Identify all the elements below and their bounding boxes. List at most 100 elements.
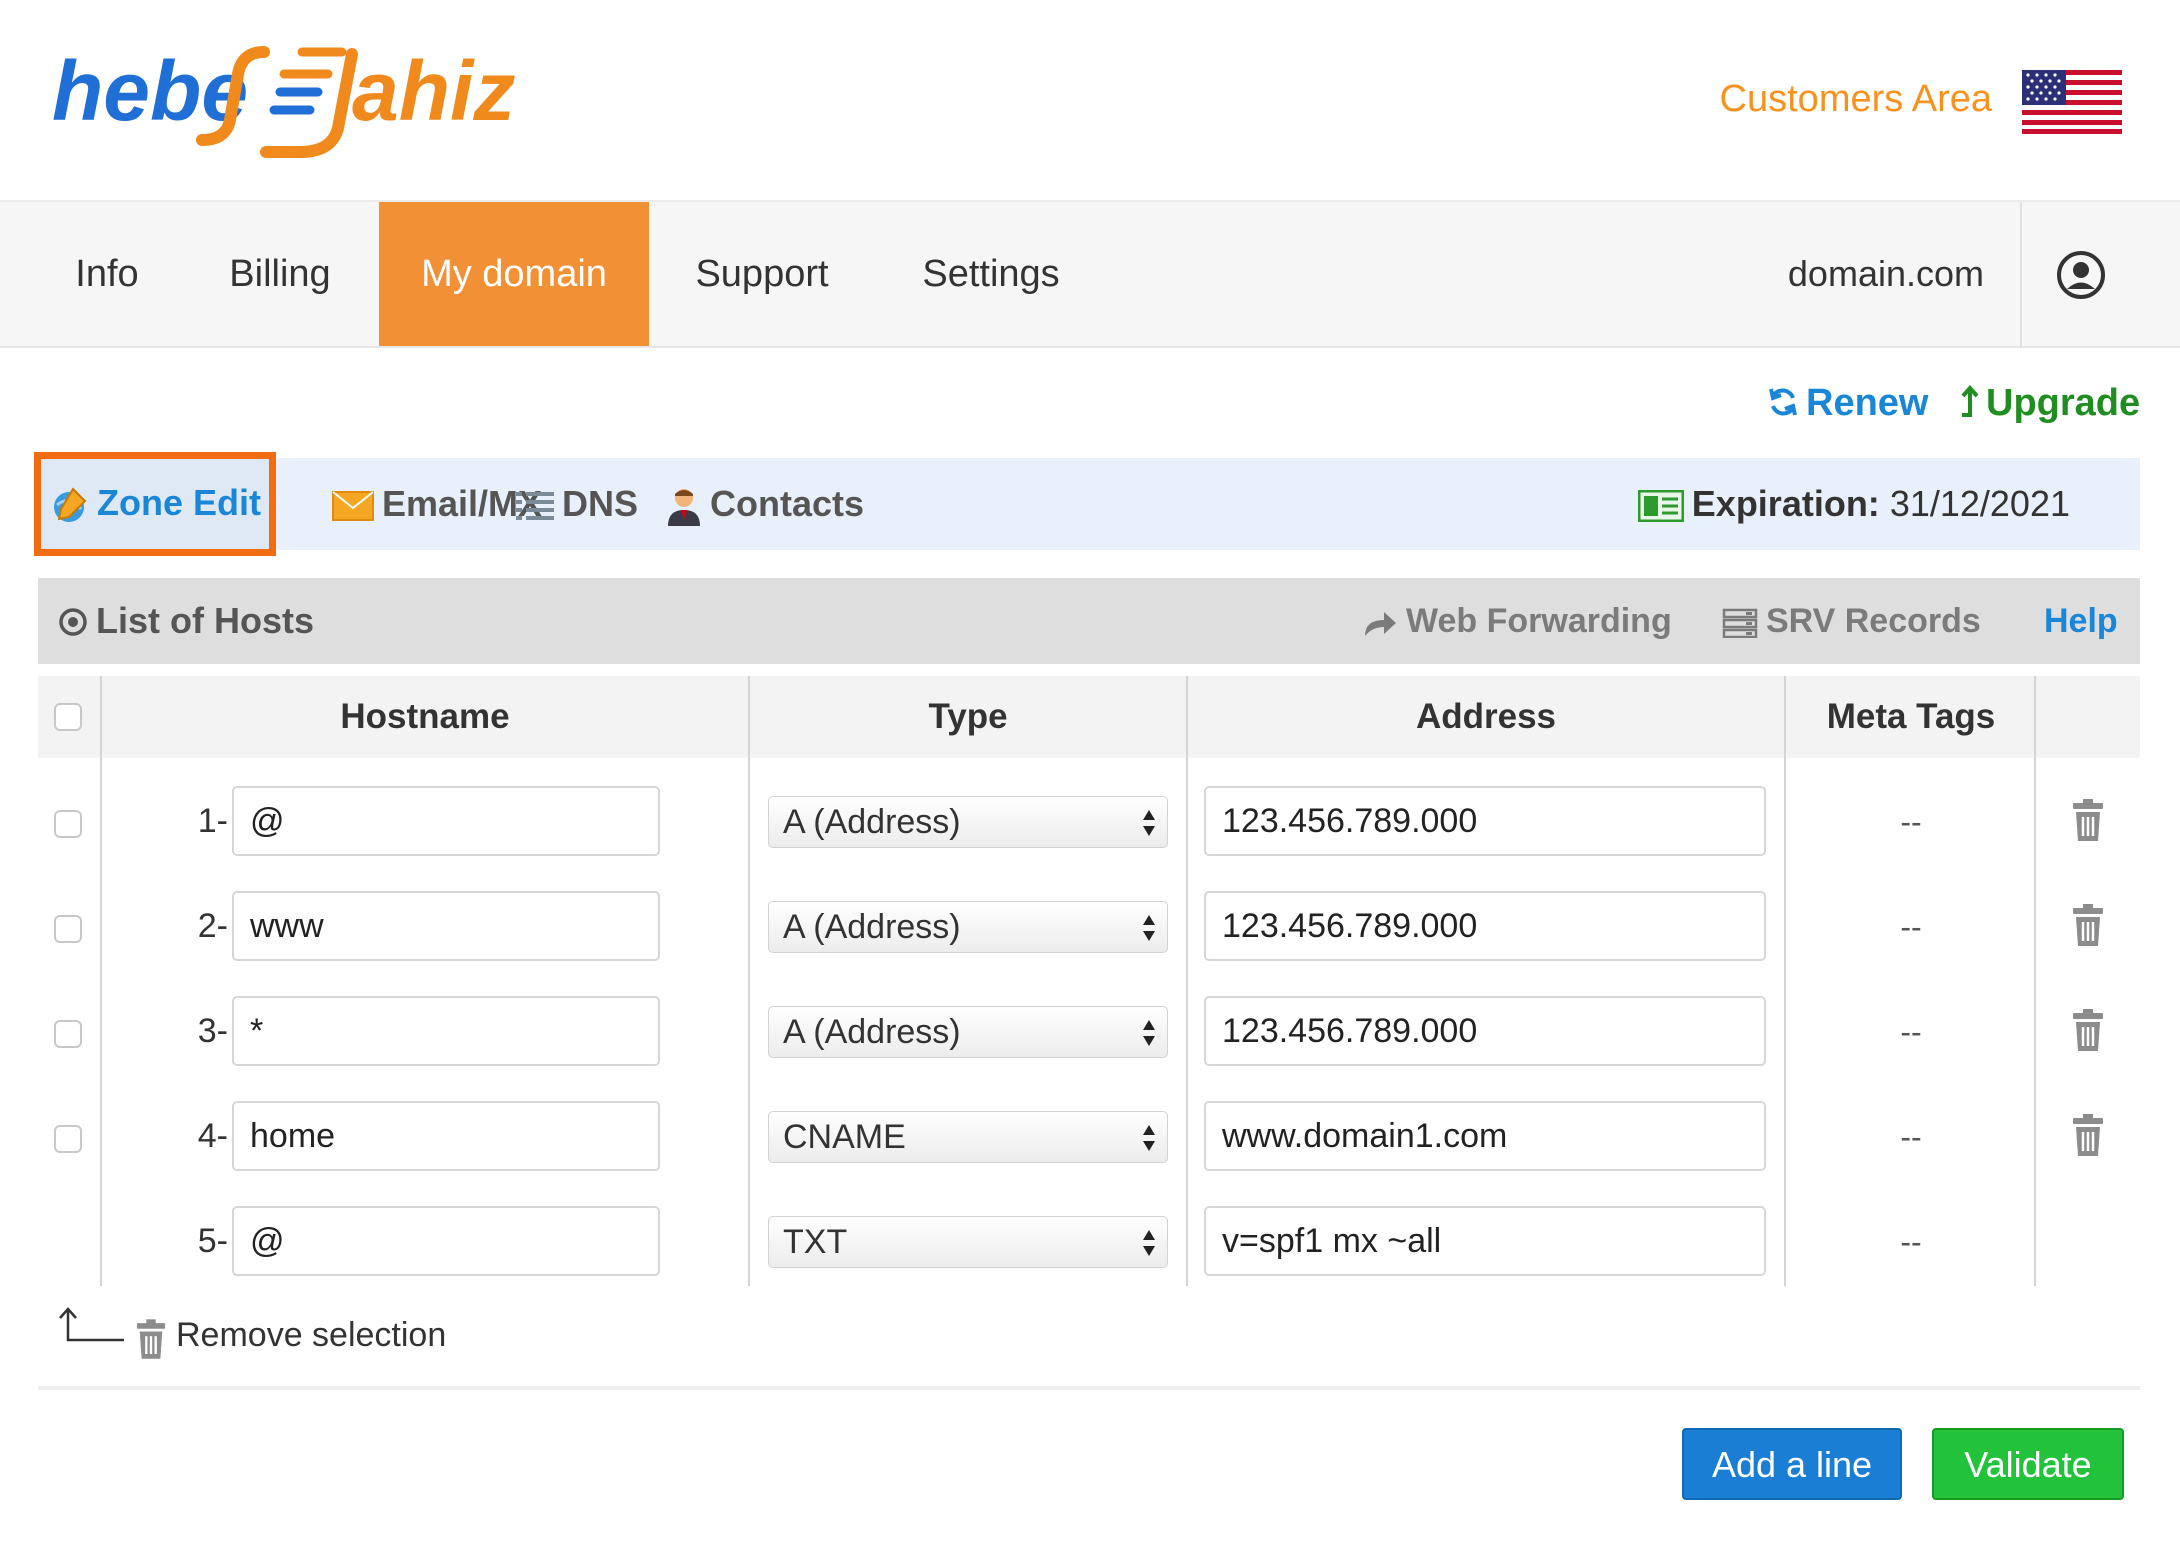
server-icon [1722, 608, 1758, 639]
select-all-checkbox[interactable] [54, 703, 82, 731]
row-checkbox[interactable] [54, 1125, 82, 1153]
type-select-value: CNAME [783, 1118, 906, 1156]
srv-records-link[interactable]: SRV Records [1722, 578, 1981, 664]
row-checkbox[interactable] [54, 810, 82, 838]
type-select-value: A (Address) [783, 908, 961, 946]
header-type: Type [928, 697, 1008, 736]
table-row: 4- home CNAME www.domain1.com -- [38, 1091, 2140, 1196]
site-header: hebe ahiz Customers Area [0, 0, 2180, 200]
zone-edit-tab[interactable]: Zone Edit [49, 458, 261, 548]
table-header: Hostname Type Address Meta Tags [38, 676, 2140, 758]
meta-tags-value: -- [1900, 909, 1922, 945]
type-select-value: TXT [783, 1223, 848, 1261]
address-input[interactable]: 123.456.789.000 [1204, 786, 1766, 856]
subnav-item-email-mx[interactable]: Email/MX [332, 458, 542, 550]
customers-area-link[interactable]: Customers Area [1720, 78, 1992, 121]
type-select[interactable]: A (Address) [768, 1006, 1168, 1058]
help-link[interactable]: Help [2044, 578, 2118, 664]
nav-divider [2020, 202, 2022, 348]
expiration-label: Expiration: [1691, 483, 1880, 524]
trash-icon [136, 1319, 166, 1359]
hosts-title: List of Hosts [58, 578, 314, 664]
nav-item-my-domain[interactable]: My domain [379, 202, 649, 346]
row-number: 5- [197, 1222, 228, 1260]
current-domain[interactable]: domain.com [1788, 202, 1984, 346]
add-line-button[interactable]: Add a line [1682, 1428, 1902, 1500]
type-select[interactable]: A (Address) [768, 796, 1168, 848]
header-hostname: Hostname [340, 697, 510, 736]
nav-item-billing[interactable]: Billing [212, 202, 348, 346]
table-row: 1- @ A (Address) 123.456.789.000 -- [38, 776, 2140, 881]
corner-up-arrow-icon [59, 1307, 124, 1342]
share-arrow-icon [1365, 612, 1396, 637]
upgrade-label: Upgrade [1986, 382, 2141, 424]
header-address: Address [1415, 697, 1557, 736]
hosts-toolbar: List of Hosts Web Forwarding SRV Records… [38, 578, 2140, 664]
contact-person-icon [668, 489, 700, 527]
upgrade-link[interactable]: Upgrade [1960, 382, 2140, 425]
web-forwarding-link[interactable]: Web Forwarding [1362, 578, 1672, 664]
type-select[interactable]: TXT [768, 1216, 1168, 1268]
meta-tags-value: -- [1900, 804, 1922, 840]
hostname-input[interactable]: @ [232, 1206, 660, 1276]
nav-item-info[interactable]: Info [52, 202, 162, 346]
expiration-info: Expiration: 31/12/2021 [1637, 458, 2070, 550]
section-divider [38, 1386, 2140, 1390]
remove-selection-label: Remove selection [176, 1316, 447, 1354]
refresh-icon [1769, 388, 1797, 416]
upgrade-arrow-icon [1961, 384, 1979, 417]
renew-link[interactable]: Renew [1766, 382, 1928, 425]
trash-icon[interactable] [2072, 1008, 2104, 1052]
trash-icon[interactable] [2072, 903, 2104, 947]
domain-subnav: Email/MX DNS Contacts Expiration: 31/12/… [38, 458, 2140, 550]
radio-dot-icon [59, 608, 87, 636]
row-number: 4- [197, 1117, 228, 1155]
table-row: 3- * A (Address) 123.456.789.000 -- [38, 986, 2140, 1091]
select-arrows-icon [1143, 1125, 1155, 1151]
row-number: 1- [197, 802, 228, 840]
address-input[interactable]: 123.456.789.000 [1204, 891, 1766, 961]
table-row: 2- www A (Address) 123.456.789.000 -- [38, 881, 2140, 986]
type-select-value: A (Address) [783, 803, 961, 841]
expiration-date: 31/12/2021 [1889, 483, 2070, 524]
address-input[interactable]: www.domain1.com [1204, 1101, 1766, 1171]
row-number: 2- [197, 907, 228, 945]
brand-logo[interactable]: hebe ahiz [52, 28, 562, 158]
trash-icon[interactable] [2072, 798, 2104, 842]
subnav-item-zone-edit[interactable]: Zone Edit [34, 452, 276, 556]
list-icon [516, 492, 554, 521]
row-checkbox[interactable] [54, 915, 82, 943]
svg-text:ahiz: ahiz [352, 44, 515, 138]
svg-text:hebe: hebe [52, 44, 248, 138]
type-select[interactable]: A (Address) [768, 901, 1168, 953]
nav-item-settings[interactable]: Settings [914, 202, 1068, 346]
type-select[interactable]: CNAME [768, 1111, 1168, 1163]
renew-label: Renew [1806, 382, 1929, 424]
us-flag-icon[interactable] [2022, 70, 2122, 134]
subnav-item-dns[interactable]: DNS [516, 458, 638, 550]
row-checkbox[interactable] [54, 1020, 82, 1048]
nav-item-support[interactable]: Support [690, 202, 834, 346]
address-input[interactable]: v=spf1 mx ~all [1204, 1206, 1766, 1276]
trash-icon[interactable] [2072, 1113, 2104, 1157]
meta-tags-value: -- [1900, 1119, 1922, 1155]
hostname-input[interactable]: www [232, 891, 660, 961]
validate-button[interactable]: Validate [1932, 1428, 2124, 1500]
user-circle-icon[interactable] [2056, 250, 2106, 300]
select-arrows-icon [1143, 1230, 1155, 1256]
table-row: 5- @ TXT v=spf1 mx ~all -- [38, 1196, 2140, 1301]
calendar-card-icon [1637, 489, 1685, 523]
hostname-input[interactable]: home [232, 1101, 660, 1171]
envelope-icon [332, 491, 374, 522]
hostname-input[interactable]: @ [232, 786, 660, 856]
zone-edit-icon [54, 487, 87, 523]
header-meta-tags: Meta Tags [1826, 697, 1996, 736]
subnav-item-contacts[interactable]: Contacts [666, 458, 864, 550]
meta-tags-value: -- [1900, 1014, 1922, 1050]
address-input[interactable]: 123.456.789.000 [1204, 996, 1766, 1066]
main-nav: Info Billing My domain Support Settings … [0, 200, 2180, 348]
select-arrows-icon [1143, 915, 1155, 941]
hostname-input[interactable]: * [232, 996, 660, 1066]
meta-tags-value: -- [1900, 1224, 1922, 1260]
type-select-value: A (Address) [783, 1013, 961, 1051]
